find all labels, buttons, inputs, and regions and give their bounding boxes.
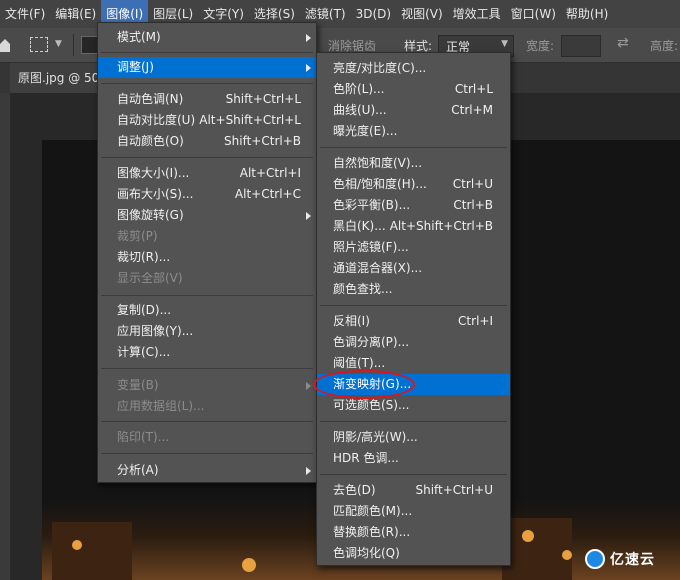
menu-divider (101, 421, 313, 422)
swap-icon[interactable]: ⇄ (617, 35, 629, 51)
menu-window[interactable]: 窗口(W) (506, 0, 561, 28)
menu-plugins[interactable]: 增效工具 (448, 0, 506, 28)
menu-divider (320, 147, 507, 148)
menu-item-curves[interactable]: 曲线(U)... Ctrl+M (317, 100, 510, 121)
menu-item-image-size[interactable]: 图像大小(I)... Alt+Ctrl+I (98, 163, 316, 184)
menu-help[interactable]: 帮助(H) (561, 0, 613, 28)
width-label: 宽度: (526, 39, 555, 53)
submenu-arrow-icon (306, 64, 311, 72)
menu-item-image-rotation[interactable]: 图像旋转(G) (98, 205, 316, 226)
adjustments-submenu: 亮度/对比度(C)... 色阶(L)... Ctrl+L 曲线(U)... Ctrl… (316, 52, 511, 566)
submenu-arrow-icon (306, 212, 311, 220)
menu-item-desaturate[interactable]: 去色(D) Shift+Ctrl+U (317, 480, 510, 501)
toolbar-divider (73, 34, 74, 56)
image-menu-dropdown: 模式(M) 调整(J) 自动色调(N) Shift+Ctrl+L 自动对比度(U)… (97, 22, 317, 483)
menu-item-posterize[interactable]: 色调分离(P)... (317, 332, 510, 353)
home-icon[interactable] (0, 38, 10, 52)
menu-item-invert[interactable]: 反相(I) Ctrl+I (317, 311, 510, 332)
menu-item-analysis[interactable]: 分析(A) (98, 460, 316, 481)
menu-item-hue-saturation[interactable]: 色相/饱和度(H)... Ctrl+U (317, 174, 510, 195)
menu-item-auto-tone[interactable]: 自动色调(N) Shift+Ctrl+L (98, 89, 316, 110)
menu-divider (101, 83, 313, 84)
menu-item-brightness-contrast[interactable]: 亮度/对比度(C)... (317, 58, 510, 79)
menu-divider (101, 453, 313, 454)
menu-item-equalize[interactable]: 色调均化(Q) (317, 543, 510, 564)
chevron-down-icon[interactable]: ▼ (55, 39, 62, 49)
menu-item-shadows-highlights[interactable]: 阴影/高光(W)... (317, 427, 510, 448)
menu-item-channel-mixer[interactable]: 通道混合器(X)... (317, 258, 510, 279)
menu-item-color-balance[interactable]: 色彩平衡(B)... Ctrl+B (317, 195, 510, 216)
yisu-logo-icon (585, 549, 605, 569)
menu-item-reveal-all: 显示全部(V) (117, 271, 183, 285)
watermark-text: 亿速云 (610, 552, 655, 568)
menu-divider (320, 474, 507, 475)
height-label: 高度: (650, 39, 679, 53)
menu-item-exposure[interactable]: 曝光度(E)... (317, 121, 510, 142)
annotation-circle (313, 370, 415, 399)
menu-divider (320, 305, 507, 306)
menu-item-mode[interactable]: 模式(M) (98, 27, 316, 48)
menu-divider (320, 421, 507, 422)
menu-item-black-white[interactable]: 黑白(K)... Alt+Shift+Ctrl+B (317, 216, 510, 237)
menu-item-apply-image[interactable]: 应用图像(Y)... (98, 321, 316, 342)
menu-item-canvas-size[interactable]: 画布大小(S)... Alt+Ctrl+C (98, 184, 316, 205)
submenu-arrow-icon (306, 382, 311, 390)
menu-item-trim[interactable]: 裁切(R)... (98, 247, 316, 268)
menu-item-duplicate[interactable]: 复制(D)... (98, 300, 316, 321)
menu-divider (101, 295, 313, 296)
menu-divider (101, 157, 313, 158)
width-input[interactable] (561, 35, 601, 57)
menu-item-match-color[interactable]: 匹配颜色(M)... (317, 501, 510, 522)
rect-marquee-icon[interactable] (30, 37, 48, 52)
menu-item-apply-data-set: 应用数据组(L)... (117, 399, 205, 413)
menu-item-auto-color[interactable]: 自动颜色(O) Shift+Ctrl+B (98, 131, 316, 152)
menu-item-levels[interactable]: 色阶(L)... Ctrl+L (317, 79, 510, 100)
menu-item-calculations[interactable]: 计算(C)... (98, 342, 316, 363)
document-tab-title: 原图.jpg @ 50% (18, 71, 108, 85)
menu-item-color-lookup[interactable]: 颜色查找... (317, 279, 510, 300)
menu-divider (101, 368, 313, 369)
menu-view[interactable]: 视图(V) (396, 0, 448, 28)
menu-item-variables: 变量(B) (98, 375, 316, 396)
menu-item-crop: 裁剪(P) (117, 229, 158, 243)
tools-panel (0, 93, 10, 580)
submenu-arrow-icon (306, 34, 311, 42)
menu-item-auto-contrast[interactable]: 自动对比度(U) Alt+Shift+Ctrl+L (98, 110, 316, 131)
menu-item-vibrance[interactable]: 自然饱和度(V)... (317, 153, 510, 174)
menu-3d[interactable]: 3D(D) (351, 0, 396, 28)
chevron-down-icon: ▼ (501, 39, 508, 49)
submenu-arrow-icon (306, 467, 311, 475)
menu-item-adjustments[interactable]: 调整(J) (98, 57, 316, 78)
document-tab[interactable]: 原图.jpg @ 50% (10, 63, 108, 93)
menu-edit[interactable]: 编辑(E) (50, 0, 101, 28)
menu-item-trap: 陷印(T)... (117, 430, 170, 444)
menu-item-hdr-toning[interactable]: HDR 色调... (317, 448, 510, 469)
menu-item-photo-filter[interactable]: 照片滤镜(F)... (317, 237, 510, 258)
watermark: 亿速云 (585, 549, 655, 569)
menu-file[interactable]: 文件(F) (0, 0, 50, 28)
menu-item-replace-color[interactable]: 替换颜色(R)... (317, 522, 510, 543)
menu-divider (101, 52, 313, 53)
